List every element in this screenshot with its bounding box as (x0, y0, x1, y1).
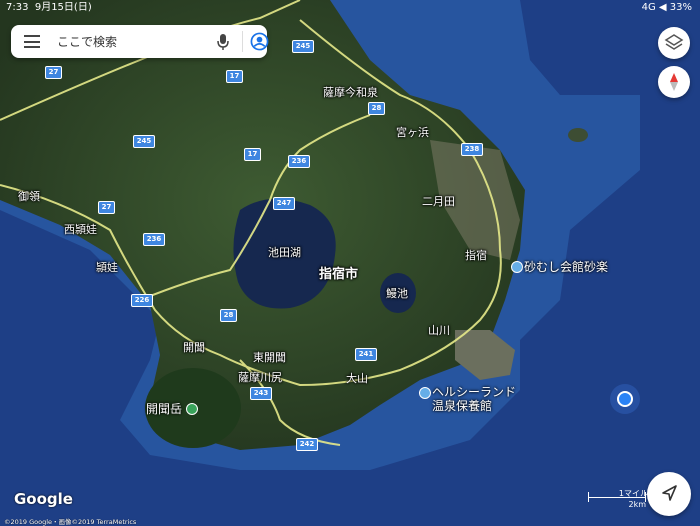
place-label-city[interactable]: 指宿市 (319, 263, 358, 282)
poi-label[interactable]: ヘルシーランド 温泉保養館 (432, 385, 522, 413)
status-bar: 7:33 9月15日(日) 4G ◀ 33% (0, 0, 700, 16)
mountain-pin-icon[interactable] (186, 403, 198, 415)
road-shield: 27 (98, 201, 115, 214)
layers-button[interactable] (658, 27, 690, 59)
road-shield: 28 (368, 102, 385, 115)
search-bar[interactable]: ここで検索 (11, 25, 269, 58)
place-label[interactable]: 山川 (428, 322, 450, 338)
microphone-icon[interactable] (216, 33, 230, 51)
search-placeholder[interactable]: ここで検索 (57, 33, 117, 50)
scale-km: 2km (628, 500, 646, 509)
my-location-button[interactable] (647, 472, 691, 516)
road-shield: 226 (131, 294, 153, 307)
road-shield: 28 (220, 309, 237, 322)
compass-icon (670, 73, 678, 91)
place-label[interactable]: 西頴娃 (64, 221, 97, 237)
layers-icon (664, 34, 684, 50)
google-logo: Google (14, 490, 73, 508)
road-shield: 245 (133, 135, 155, 148)
poi-pin-icon[interactable] (419, 387, 431, 399)
account-icon[interactable] (250, 32, 269, 51)
status-time: 7:33 9月15日(日) (6, 2, 92, 13)
menu-icon[interactable] (24, 35, 40, 48)
current-location-dot (617, 391, 633, 407)
place-label[interactable]: 御領 (18, 188, 40, 204)
place-label[interactable]: 東開聞 (253, 349, 286, 365)
road-shield: 236 (143, 233, 165, 246)
road-shield: 17 (244, 148, 261, 161)
compass-button[interactable] (658, 66, 690, 98)
road-shield: 242 (296, 438, 318, 451)
poi-pin-icon[interactable] (511, 261, 523, 273)
status-indicators: 4G ◀ 33% (641, 2, 692, 13)
poi-label[interactable]: 開聞岳 (146, 402, 182, 416)
road-shield: 241 (355, 348, 377, 361)
place-label[interactable]: 開聞 (183, 339, 205, 355)
road-shield: 238 (461, 143, 483, 156)
scale-bar: 1マイル 2km (588, 488, 648, 512)
road-shield: 27 (45, 66, 62, 79)
place-label[interactable]: 宮ヶ浜 (396, 124, 429, 140)
place-label[interactable]: 薩摩川尻 (238, 369, 282, 385)
place-label[interactable]: 二月田 (422, 193, 455, 209)
place-label[interactable]: 鰻池 (386, 285, 408, 301)
place-label[interactable]: 薩摩今和泉 (323, 84, 378, 100)
poi-label[interactable]: 砂むし会館砂楽 (524, 260, 608, 274)
road-shield: 247 (273, 197, 295, 210)
place-label[interactable]: 大山 (346, 370, 368, 386)
navigation-arrow-icon (662, 485, 677, 501)
place-label[interactable]: 池田湖 (268, 244, 301, 260)
road-shield: 243 (250, 387, 272, 400)
place-label[interactable]: 指宿 (465, 247, 487, 263)
scale-miles: 1マイル (618, 489, 648, 498)
road-shield: 236 (288, 155, 310, 168)
place-label[interactable]: 頴娃 (96, 259, 118, 275)
search-divider (242, 31, 243, 52)
road-shield: 17 (226, 70, 243, 83)
road-shield: 245 (292, 40, 314, 53)
